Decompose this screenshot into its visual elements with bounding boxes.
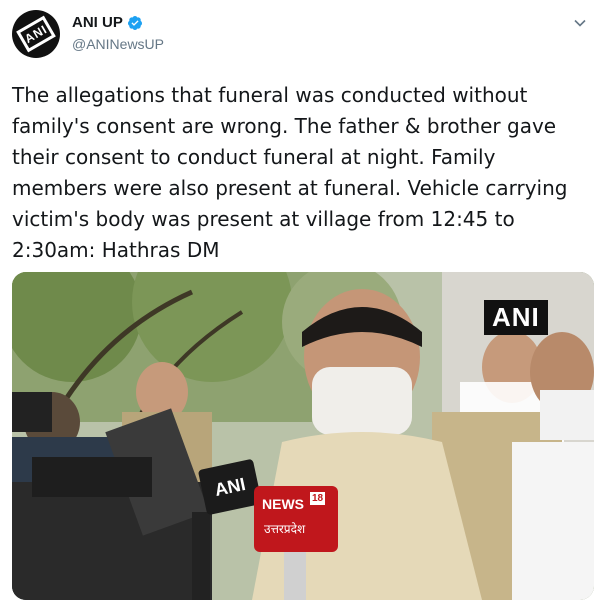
tweet-text: The allegations that funeral was conduct… — [12, 83, 568, 262]
display-name[interactable]: ANI UP — [72, 14, 123, 31]
ani-watermark: ANI — [484, 300, 548, 335]
news18-region: उत्तरप्रदेश — [264, 522, 306, 536]
avatar[interactable]: ANI — [12, 10, 60, 58]
ani-logo: ANI — [16, 15, 56, 53]
news18-mic-flag: NEWS 18 उत्तरप्रदेश — [254, 486, 338, 552]
tweet-card: ANI ANI UP @ANINewsUP The allegations th… — [0, 0, 600, 600]
tweet-media-image[interactable]: ANI ANI NEWS 18 उत्तरप्रदेश — [12, 272, 594, 600]
verified-badge-icon — [127, 15, 142, 30]
author-name-row: ANI UP — [72, 14, 143, 31]
chevron-down-icon[interactable] — [573, 16, 587, 30]
news18-number: 18 — [310, 492, 326, 505]
news18-label: NEWS — [262, 496, 304, 512]
author-handle[interactable]: @ANINewsUP — [72, 36, 164, 52]
avatar-logo-text: ANI — [22, 22, 50, 46]
